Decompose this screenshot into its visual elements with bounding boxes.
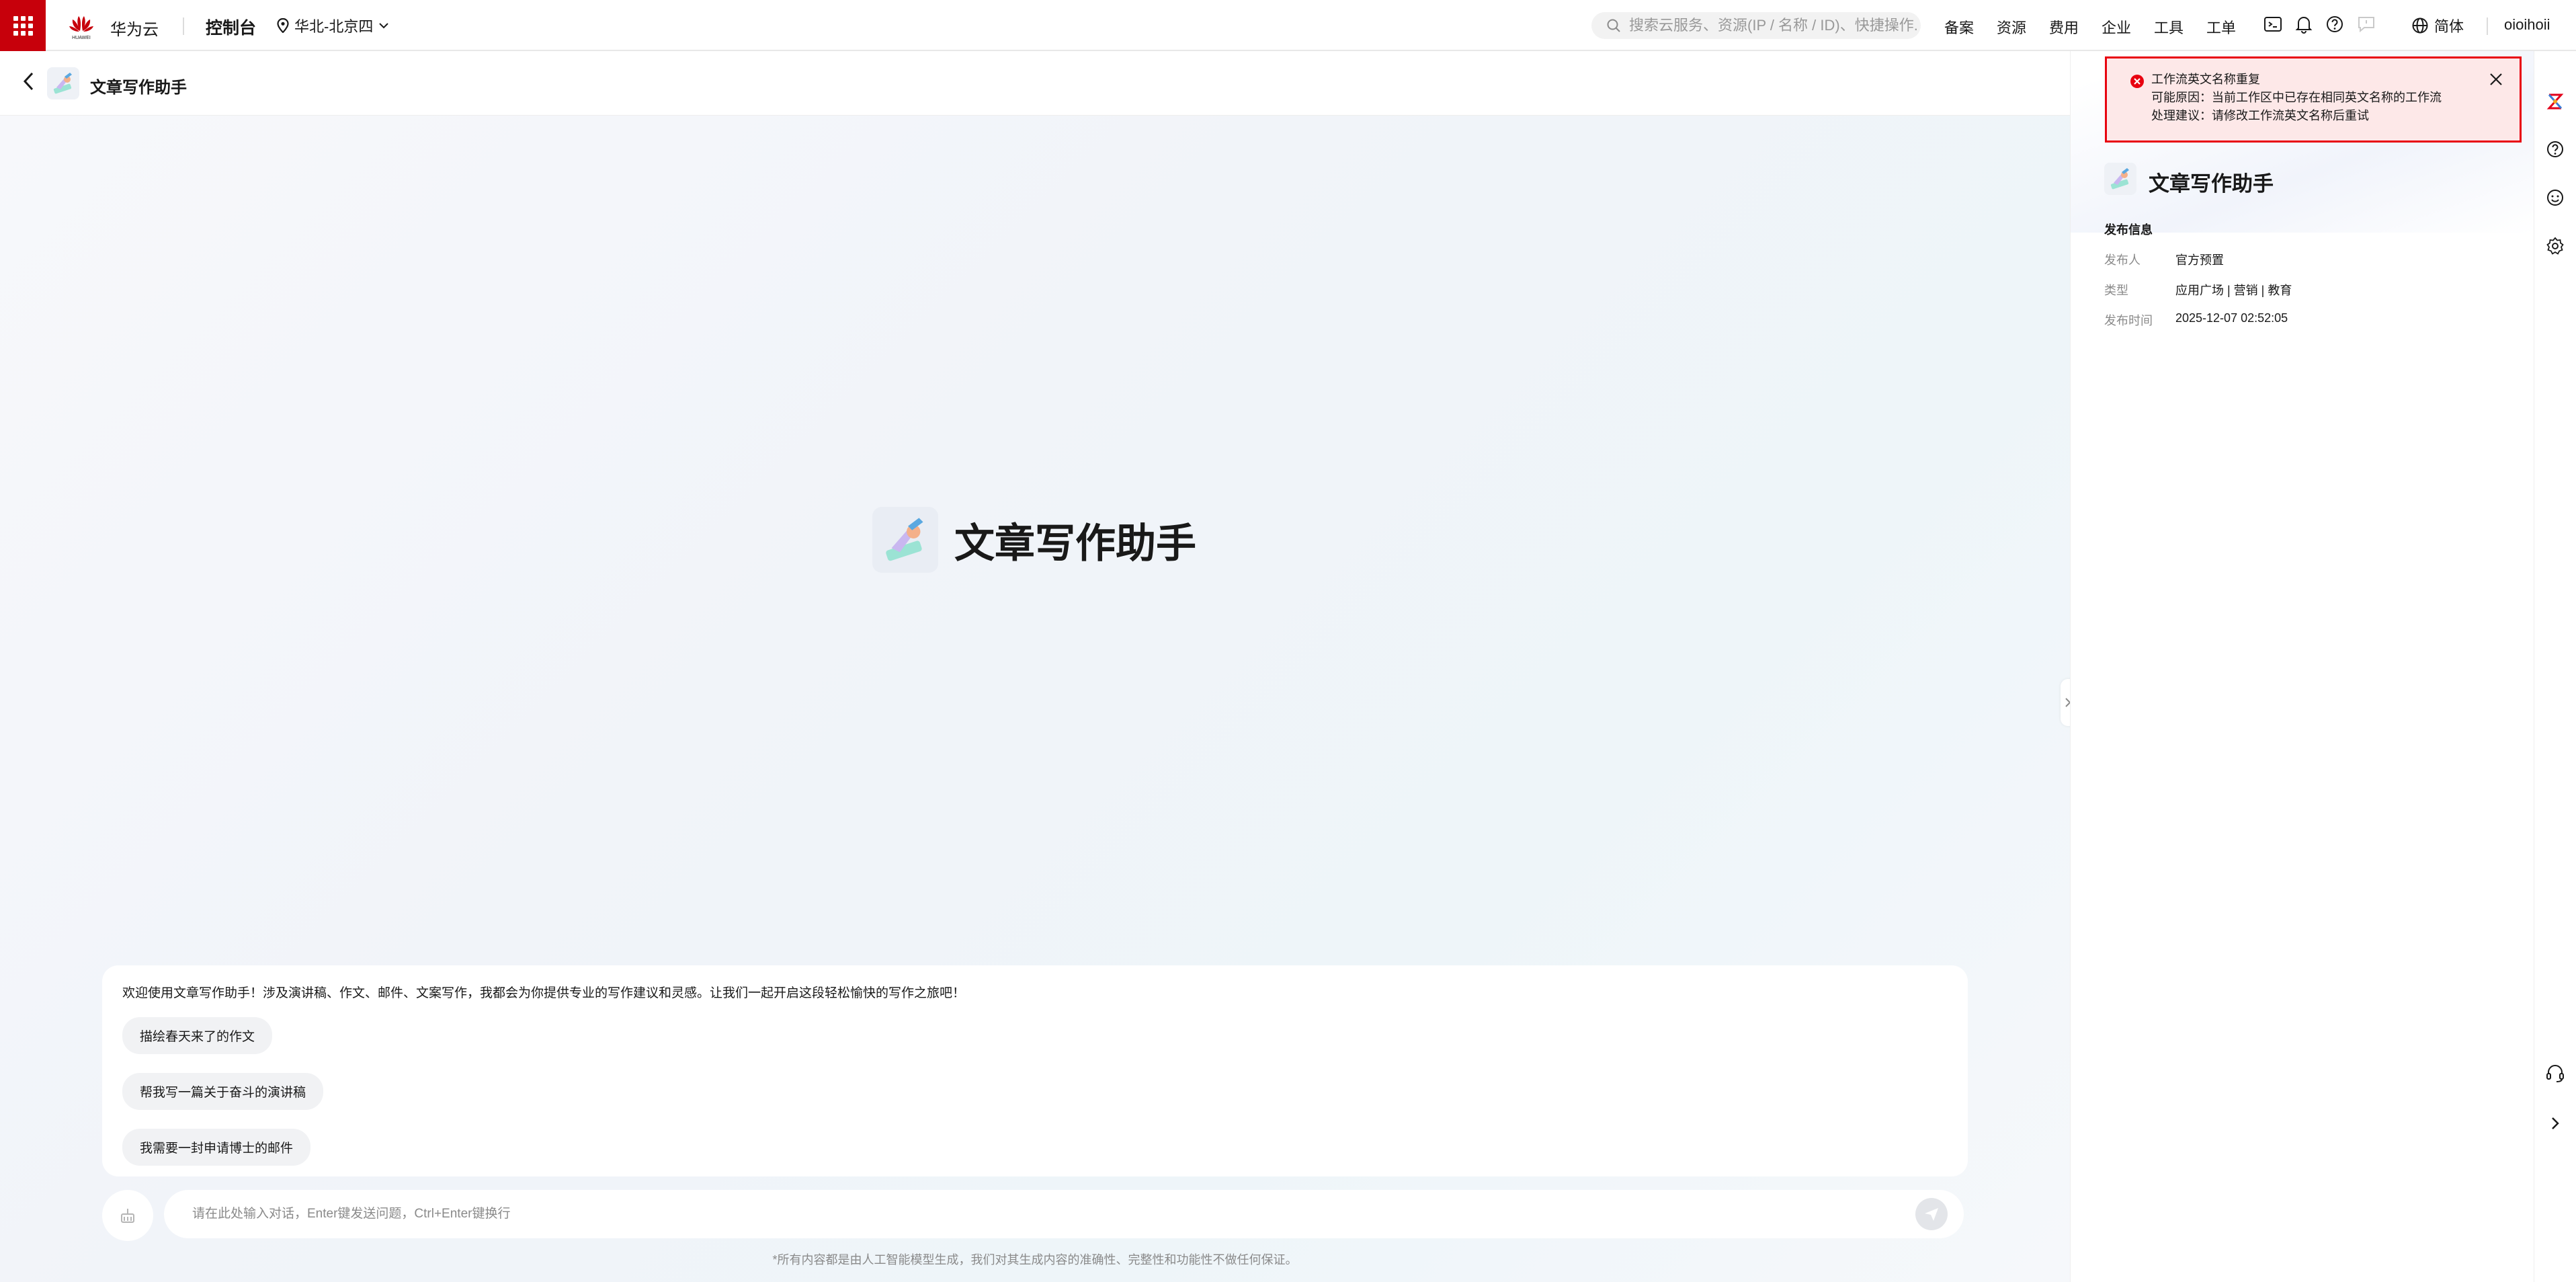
publisher-row: 发布人 官方预置: [2104, 251, 2224, 268]
type-row: 类型 应用广场 | 营销 | 教育: [2104, 281, 2292, 298]
nav-resources[interactable]: 资源: [1997, 16, 2049, 38]
publish-time-value: 2025-12-07 02:52:05: [2175, 311, 2288, 325]
error-toast: 工作流英文名称重复 可能原因：当前工作区中已存在相同英文名称的工作流 处理建议：…: [2105, 56, 2522, 143]
writing-hand-icon: [53, 73, 72, 94]
service-menu-grid-icon[interactable]: [0, 0, 46, 51]
help-icon[interactable]: [2325, 15, 2344, 34]
divider: [2487, 17, 2488, 35]
language-selector[interactable]: 简体: [2411, 15, 2464, 36]
chat-area: 文章写作助手 欢迎使用文章写作助手！涉及演讲稿、作文、邮件、文案写作，我都会为你…: [0, 116, 2075, 1282]
publish-time-label: 发布时间: [2104, 314, 2153, 327]
type-label: 类型: [2104, 284, 2128, 297]
nav-tools[interactable]: 工具: [2154, 16, 2206, 38]
nav-filing[interactable]: 备案: [1944, 16, 1997, 38]
top-navigation-bar: HUAWEI 华为云 控制台 华北-北京四 备案 资源 费用 企业 工具 工单 …: [0, 0, 2576, 51]
location-pin-icon: [277, 18, 289, 33]
nav-tickets[interactable]: 工单: [2206, 16, 2259, 38]
panel-title: 文章写作助手: [2149, 172, 2274, 196]
message-composer: [164, 1190, 1964, 1238]
globe-icon: [2412, 17, 2428, 34]
ai-assistant-icon[interactable]: [2545, 91, 2565, 112]
right-tool-rail: [2534, 51, 2576, 1282]
send-icon: [1925, 1208, 1938, 1221]
global-search[interactable]: [1591, 12, 1921, 39]
search-input[interactable]: [1628, 16, 1919, 35]
page-header: 文章写作助手: [0, 51, 2070, 116]
language-label: 简体: [2434, 18, 2464, 35]
message-input[interactable]: [191, 1206, 1915, 1222]
toast-title: 工作流英文名称重复: [2151, 73, 2260, 86]
help-icon[interactable]: [2545, 139, 2565, 159]
svg-text:HUAWEI: HUAWEI: [72, 36, 91, 40]
hero-avatar: [872, 507, 938, 573]
page-title: 文章写作助手: [90, 79, 187, 97]
console-link[interactable]: 控制台: [206, 15, 256, 39]
suggestion-chip[interactable]: 描绘春天来了的作文: [122, 1017, 273, 1054]
nav-billing[interactable]: 费用: [2049, 16, 2102, 38]
feedback-icon[interactable]: [2357, 15, 2376, 33]
suggestion-chip[interactable]: 帮我写一篇关于奋斗的演讲稿: [122, 1073, 324, 1110]
brand-name[interactable]: 华为云: [110, 16, 159, 40]
publish-info-heading: 发布信息: [2104, 223, 2153, 237]
close-icon[interactable]: [2489, 72, 2503, 87]
hero-banner: 文章写作助手: [872, 507, 1196, 573]
clear-chat-button[interactable]: [102, 1190, 153, 1241]
back-arrow-icon[interactable]: [22, 71, 36, 91]
writing-hand-icon: [886, 518, 923, 561]
username[interactable]: oioihoii: [2504, 16, 2550, 34]
suggestion-list: 描绘春天来了的作文 帮我写一篇关于奋斗的演讲稿 我需要一封申请博士的邮件: [122, 1001, 1948, 1166]
panel-avatar: [2104, 163, 2136, 195]
cloud-shell-icon[interactable]: [2263, 15, 2282, 33]
expand-chevron-right-icon[interactable]: [2545, 1113, 2565, 1133]
assistant-avatar: [47, 67, 79, 99]
settings-gear-icon[interactable]: [2545, 236, 2565, 256]
bell-icon[interactable]: [2295, 15, 2313, 34]
chevron-down-icon: [379, 23, 389, 29]
divider: [183, 17, 184, 35]
ai-disclaimer: *所有内容都是由人工智能模型生成，我们对其生成内容的准确性、完整性和功能性不做任…: [772, 1253, 1298, 1267]
send-button[interactable]: [1915, 1198, 1948, 1230]
writing-hand-icon: [2110, 168, 2129, 190]
welcome-text: 欢迎使用文章写作助手！涉及演讲稿、作文、邮件、文案写作，我都会为你提供专业的写作…: [122, 986, 966, 1000]
toast-reason: 可能原因：当前工作区中已存在相同英文名称的工作流: [2151, 91, 2442, 104]
top-nav-links: 备案 资源 费用 企业 工具 工单: [1944, 16, 2259, 38]
toast-suggestion: 处理建议：请修改工作流英文名称后重试: [2151, 109, 2369, 122]
hero-title: 文章写作助手: [954, 520, 1196, 566]
publisher-label: 发布人: [2104, 253, 2141, 267]
region-selector[interactable]: 华北-北京四: [277, 15, 389, 36]
app-info-panel: 文章写作助手 发布信息 发布人 官方预置 类型 应用广场 | 营销 | 教育 发…: [2070, 51, 2534, 1282]
error-circle-icon: [2130, 75, 2144, 88]
smiley-icon[interactable]: [2545, 188, 2565, 208]
nav-enterprise[interactable]: 企业: [2102, 16, 2154, 38]
type-value: 应用广场 | 营销 | 教育: [2175, 284, 2292, 297]
toolbar-icons: [2263, 15, 2376, 34]
welcome-message-card: 欢迎使用文章写作助手！涉及演讲稿、作文、邮件、文案写作，我都会为你提供专业的写作…: [102, 965, 1968, 1176]
publisher-value: 官方预置: [2175, 253, 2224, 267]
suggestion-chip[interactable]: 我需要一封申请博士的邮件: [122, 1129, 311, 1166]
huawei-logo[interactable]: HUAWEI: [66, 11, 97, 42]
broom-icon: [121, 1209, 134, 1223]
search-icon: [1607, 19, 1620, 32]
publish-time-row: 发布时间 2025-12-07 02:52:05: [2104, 311, 2288, 329]
customer-service-headset-icon[interactable]: [2545, 1063, 2565, 1083]
region-label: 华北-北京四: [294, 18, 374, 35]
